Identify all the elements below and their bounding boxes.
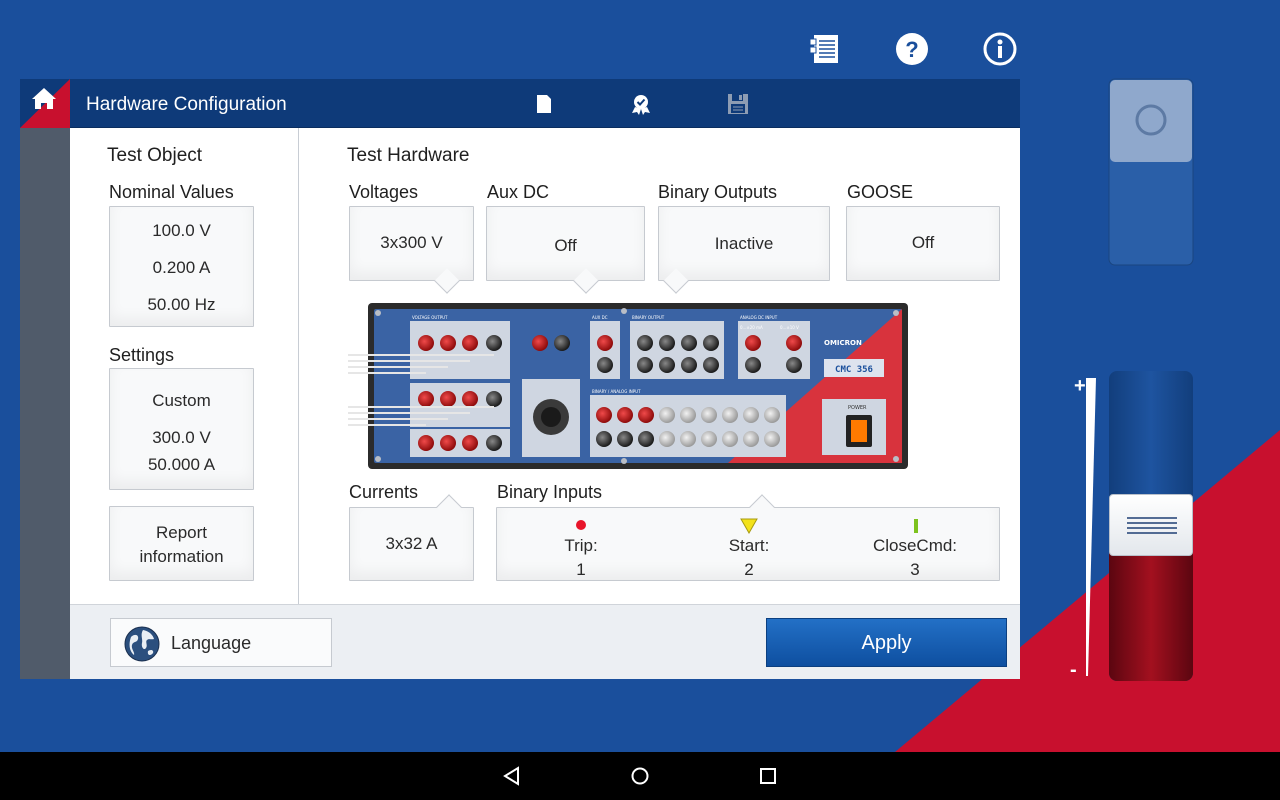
start-number: 2 [744, 560, 754, 579]
android-navigation-bar [0, 752, 1280, 800]
title-bar: Hardware Configuration [20, 79, 1020, 128]
analog-range-1-label: 0...±20 mA [740, 325, 763, 330]
binary-analog-input-device-label: BINARY / ANALOG INPUT [592, 389, 641, 394]
aux-dc-value: Off [554, 236, 577, 255]
goose-label: GOOSE [847, 182, 914, 202]
language-button[interactable]: Language [110, 618, 332, 667]
closecmd-green-bar-icon [914, 519, 918, 533]
analog-range-2-label: 0...±10 V [780, 325, 799, 330]
trip-label: Trip: [564, 536, 598, 555]
device-model-label: CMC 356 [835, 365, 873, 375]
start-yellow-triangle-icon [740, 518, 758, 534]
home-circle-icon[interactable] [628, 764, 652, 788]
recents-square-icon[interactable] [756, 764, 780, 788]
power-device-label: POWER [848, 405, 867, 411]
slider-scale: + - [1070, 375, 1096, 680]
cmc-356-device-illustration: VOLTAGE OUTPUT AUX DC BINARY OUTPUT ANAL… [348, 303, 908, 469]
omicron-brand-label: OMICRON [824, 339, 862, 347]
minus-icon: - [1070, 659, 1077, 680]
closecmd-label: CloseCmd: [872, 536, 958, 555]
binary-inputs-box[interactable]: Trip: 1 Start: 2 CloseCmd: 3 [496, 494, 1000, 581]
file-icon[interactable] [532, 92, 556, 116]
trip-red-dot-icon [576, 520, 586, 530]
binary-outputs-box[interactable]: Inactive [658, 206, 830, 294]
globe-icon [124, 626, 160, 662]
voltages-value: 3x300 V [380, 233, 443, 252]
hardware-configuration-window: Hardware Configuration Test Object Nomin… [20, 79, 1020, 679]
test-hardware-heading: Test Hardware [347, 145, 470, 166]
currents-label: Currents [349, 482, 419, 502]
window-title: Hardware Configuration [86, 94, 287, 115]
nominal-values-label: Nominal Values [109, 182, 234, 202]
home-button[interactable] [20, 79, 70, 128]
currents-box[interactable]: 3x32 A [349, 494, 474, 581]
analog-dc-input-device-label: ANALOG DC INPUT [740, 315, 778, 320]
aux-dc-box[interactable]: Off [486, 206, 645, 294]
closecmd-number: 3 [910, 560, 920, 579]
slider-handle[interactable] [1109, 494, 1193, 556]
start-label: Start: [728, 536, 770, 555]
settings-label: Settings [109, 345, 175, 365]
binary-inputs-label: Binary Inputs [497, 482, 603, 502]
voltages-label: Voltages [349, 182, 419, 202]
currents-value: 3x32 A [385, 534, 438, 553]
goose-box[interactable]: Off [846, 206, 1000, 281]
aux-dc-label: Aux DC [487, 182, 550, 202]
settings-current: 50.000 A [147, 455, 216, 474]
settings-voltage: 300.0 V [152, 428, 211, 447]
report-button-line1: Report [155, 523, 208, 542]
svg-text:?: ? [905, 37, 918, 62]
binary-outputs-value: Inactive [714, 234, 774, 253]
back-icon[interactable] [500, 764, 524, 788]
aux-dc-device-label: AUX DC [592, 315, 608, 320]
test-object-heading: Test Object [107, 145, 203, 166]
goose-value: Off [911, 233, 935, 252]
binary-outputs-label: Binary Outputs [658, 182, 778, 202]
nominal-current: 0.200 A [152, 258, 211, 277]
voltages-box[interactable]: 3x300 V [349, 206, 474, 294]
nominal-voltage: 100.0 V [152, 221, 211, 240]
voltage-output-device-label: VOLTAGE OUTPUT [412, 315, 448, 320]
grip-lines-icon [1127, 517, 1177, 534]
binary-output-device-label: BINARY OUTPUT [632, 315, 665, 320]
column-divider [298, 128, 299, 604]
trip-number: 1 [576, 560, 586, 579]
settings-mode: Custom [152, 391, 211, 410]
plus-icon: + [1074, 375, 1086, 397]
info-icon[interactable] [982, 31, 1018, 67]
report-button-line2: information [139, 547, 224, 566]
report-information-button[interactable]: Report information [109, 506, 254, 581]
document-list-icon[interactable] [806, 31, 842, 67]
save-icon[interactable] [726, 92, 750, 116]
help-icon[interactable]: ? [894, 31, 930, 67]
nominal-values-box[interactable]: 100.0 V 0.200 A 50.00 Hz [109, 206, 254, 327]
certificate-icon[interactable] [629, 92, 653, 116]
nominal-frequency: 50.00 Hz [147, 295, 216, 314]
top-slider-control[interactable] [1108, 78, 1194, 266]
apply-button[interactable]: Apply [766, 618, 1007, 667]
settings-box[interactable]: Custom 300.0 V 50.000 A [109, 368, 254, 490]
apply-label: Apply [861, 632, 912, 654]
language-label: Language [171, 633, 252, 653]
left-sidebar-strip [20, 128, 70, 679]
